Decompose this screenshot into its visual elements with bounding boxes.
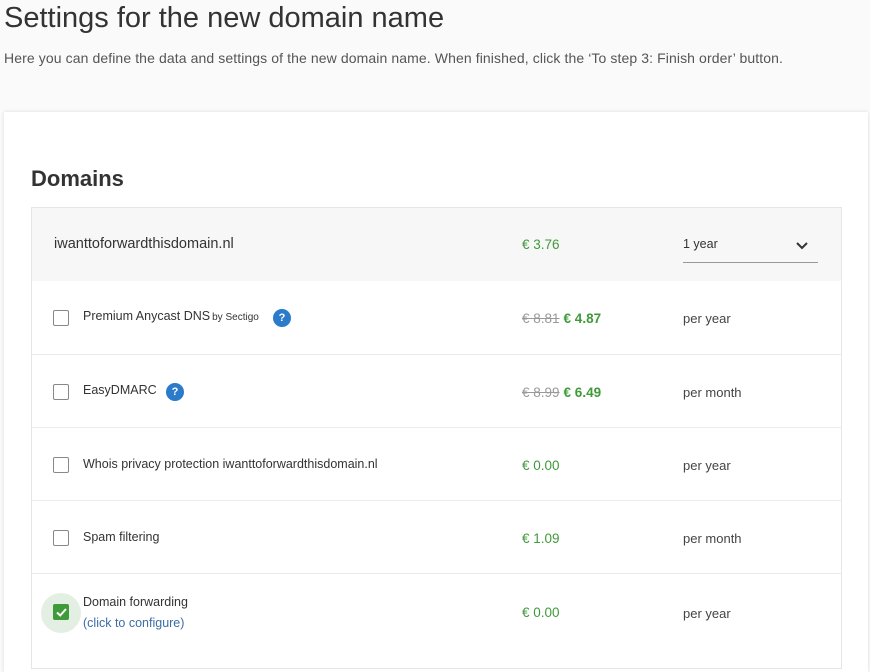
premium-dns-label: Premium Anycast DNS by Sectigo: [83, 309, 259, 323]
forwarding-label: Domain forwarding: [83, 595, 188, 609]
whois-label: Whois privacy protection iwanttoforwardt…: [83, 457, 378, 471]
option-row-spam: Spam filtering € 1.09 per month: [32, 500, 841, 574]
easydmarc-period: per month: [683, 385, 742, 400]
help-icon[interactable]: ?: [273, 309, 291, 327]
option-row-forwarding: Domain forwarding (click to configure) €…: [32, 573, 841, 647]
period-select-value: 1 year: [683, 237, 718, 251]
checkmark-icon: [56, 608, 67, 617]
new-price: € 6.49: [563, 385, 602, 400]
premium-dns-period: per year: [683, 311, 731, 326]
domains-card: Domains iwanttoforwardthisdomain.nl € 3.…: [4, 112, 868, 672]
forwarding-price: € 0.00: [522, 605, 560, 620]
premium-dns-checkbox[interactable]: [53, 310, 69, 326]
spam-price: € 1.09: [522, 531, 560, 546]
old-price: € 8.81: [522, 311, 560, 326]
forwarding-checkbox[interactable]: [53, 604, 69, 620]
old-price: € 8.99: [522, 385, 560, 400]
spam-label: Spam filtering: [83, 530, 160, 544]
configure-forwarding-link[interactable]: (click to configure): [83, 616, 184, 630]
easydmarc-label: EasyDMARC: [83, 383, 157, 397]
section-title: Domains: [31, 166, 124, 191]
new-price: € 4.87: [563, 311, 602, 326]
spam-checkbox[interactable]: [53, 530, 69, 546]
period-select[interactable]: 1 year: [683, 226, 818, 263]
domain-box: iwanttoforwardthisdomain.nl € 3.76 1 yea…: [31, 207, 842, 669]
chevron-down-icon: [796, 238, 808, 250]
page-subtitle: Here you can define the data and setting…: [4, 50, 783, 66]
domain-name: iwanttoforwardthisdomain.nl: [54, 236, 234, 252]
easydmarc-price: € 8.99 € 6.49: [522, 385, 601, 400]
forwarding-period: per year: [683, 606, 731, 621]
easydmarc-checkbox[interactable]: [53, 384, 69, 400]
option-row-whois: Whois privacy protection iwanttoforwardt…: [32, 427, 841, 501]
option-row-easydmarc: EasyDMARC ? € 8.99 € 6.49 per month: [32, 354, 841, 428]
help-icon[interactable]: ?: [166, 383, 184, 401]
whois-price: € 0.00: [522, 458, 560, 473]
whois-period: per year: [683, 458, 731, 473]
page-title: Settings for the new domain name: [4, 2, 445, 34]
premium-dns-price: € 8.81 € 4.87: [522, 311, 601, 326]
domain-header: iwanttoforwardthisdomain.nl € 3.76 1 yea…: [32, 208, 841, 281]
domain-price: € 3.76: [522, 237, 560, 252]
spam-period: per month: [683, 531, 742, 546]
option-row-premium-dns: Premium Anycast DNS by Sectigo ? € 8.81 € …: [32, 281, 841, 354]
whois-checkbox[interactable]: [53, 457, 69, 473]
